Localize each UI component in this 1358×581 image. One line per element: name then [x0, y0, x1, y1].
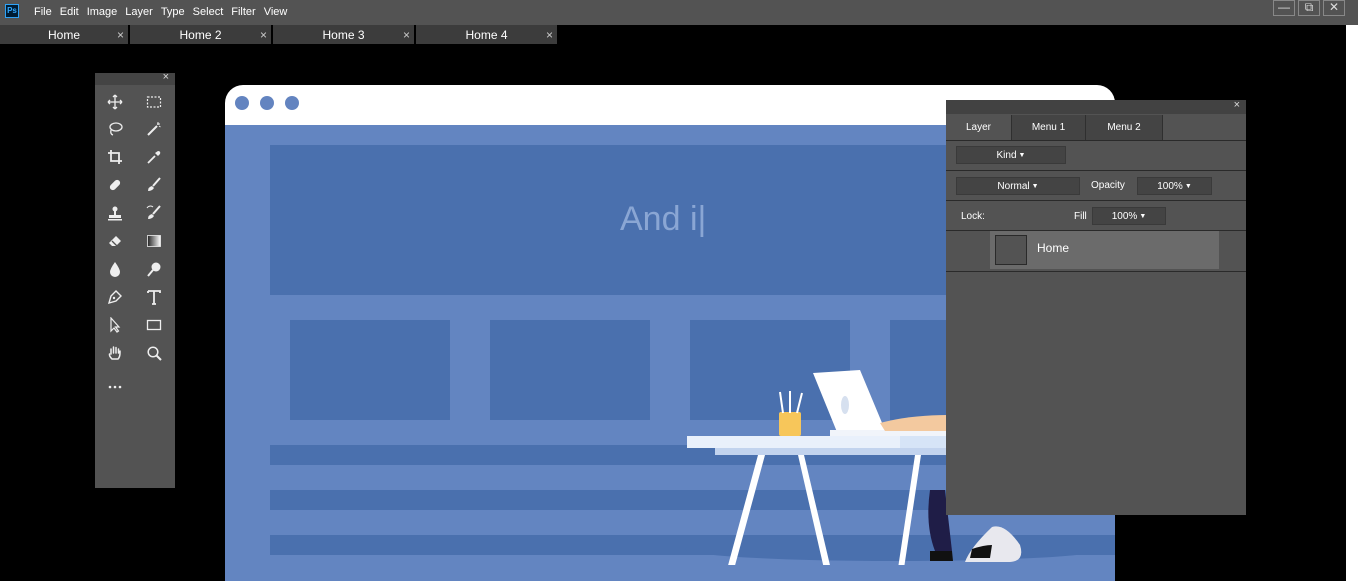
- layers-panel: × Layer Menu 1 Menu 2 Kind ▼ Normal ▼ Opac…: [946, 99, 1246, 515]
- opacity-label: Opacity: [1091, 180, 1125, 191]
- menu-filter[interactable]: Filter: [231, 6, 255, 18]
- tab-label: Home: [47, 28, 80, 42]
- path-select-icon[interactable]: [103, 314, 127, 336]
- tab-close-icon[interactable]: ×: [260, 25, 267, 45]
- menu-file[interactable]: File: [34, 6, 52, 18]
- tools-panel: ×: [95, 71, 175, 488]
- tab-label: Home 4: [465, 28, 508, 42]
- window-dot: [285, 96, 299, 110]
- eyedropper-icon[interactable]: [142, 146, 166, 168]
- tab-close-icon[interactable]: ×: [117, 25, 124, 45]
- tab-home[interactable]: Home ×: [0, 25, 128, 44]
- window-dot: [235, 96, 249, 110]
- zoom-icon[interactable]: [142, 342, 166, 364]
- layer-name: Home: [1037, 241, 1070, 255]
- tab-label: Home 2: [179, 28, 222, 42]
- tab-menu-1[interactable]: Menu 1: [1012, 115, 1086, 140]
- menu-bar: Ps File Edit Image Layer Type Select Fil…: [0, 0, 1358, 25]
- tab-menu-2[interactable]: Menu 2: [1086, 115, 1163, 140]
- blend-row: Normal ▼ Opacity 100% ▼: [946, 170, 1246, 201]
- chevron-down-icon: ▼: [1018, 152, 1026, 159]
- eraser-icon[interactable]: [103, 230, 127, 252]
- layers-panel-header[interactable]: ×: [946, 99, 1246, 114]
- vertical-scrollbar[interactable]: [1346, 25, 1358, 581]
- rectangle-icon[interactable]: [142, 314, 166, 336]
- chevron-down-icon: ▼: [1184, 183, 1192, 190]
- minimize-icon[interactable]: —: [1273, 0, 1295, 16]
- tab-home-3[interactable]: Home 3 ×: [273, 25, 414, 44]
- chevron-down-icon: ▼: [1139, 213, 1147, 220]
- lasso-icon[interactable]: [103, 118, 127, 140]
- menu-view[interactable]: View: [264, 6, 288, 18]
- close-icon[interactable]: ×: [163, 71, 169, 83]
- opacity-value: 100%: [1157, 181, 1183, 193]
- close-icon[interactable]: ×: [1234, 99, 1240, 111]
- hero-text[interactable]: And i|: [620, 200, 706, 239]
- menu-select[interactable]: Select: [193, 6, 224, 18]
- brush-icon[interactable]: [142, 174, 166, 196]
- close-icon[interactable]: ✕: [1323, 0, 1345, 16]
- stamp-icon[interactable]: [103, 202, 127, 224]
- dodge-icon[interactable]: [142, 258, 166, 280]
- tab-home-2[interactable]: Home 2 ×: [130, 25, 271, 44]
- kind-dropdown[interactable]: Kind ▼: [956, 146, 1066, 164]
- menu-items: File Edit Image Layer Type Select Filter…: [34, 6, 295, 18]
- history-brush-icon[interactable]: [142, 202, 166, 224]
- more-icon[interactable]: [103, 376, 127, 398]
- blend-mode-value: Normal: [997, 181, 1030, 193]
- tools-panel-header[interactable]: ×: [95, 71, 175, 85]
- tab-label: Home 3: [322, 28, 365, 42]
- menu-layer[interactable]: Layer: [125, 6, 153, 18]
- window-dot: [260, 96, 274, 110]
- layers-panel-tabs: Layer Menu 1 Menu 2: [946, 115, 1163, 140]
- menu-edit[interactable]: Edit: [60, 6, 79, 18]
- move-icon[interactable]: [103, 91, 127, 113]
- type-icon[interactable]: [142, 286, 166, 308]
- blend-mode-dropdown[interactable]: Normal ▼: [956, 177, 1080, 195]
- healing-icon[interactable]: [103, 174, 127, 196]
- layer-row[interactable]: Home: [990, 231, 1219, 269]
- hand-icon[interactable]: [103, 342, 127, 364]
- lock-label: Lock:: [961, 211, 985, 222]
- document-tabs: Home × Home 2 × Home 3 × Home 4 ×: [0, 25, 559, 44]
- opacity-dropdown[interactable]: 100% ▼: [1137, 177, 1212, 195]
- content-card: [490, 320, 650, 420]
- layer-thumbnail: [995, 235, 1027, 265]
- kind-label: Kind: [996, 150, 1017, 162]
- menu-image[interactable]: Image: [87, 6, 118, 18]
- pen-icon[interactable]: [103, 286, 127, 308]
- chevron-down-icon: ▼: [1031, 183, 1039, 190]
- fill-label: Fill: [1074, 211, 1087, 222]
- gradient-icon[interactable]: [142, 230, 166, 252]
- fill-value: 100%: [1111, 211, 1138, 223]
- restore-icon[interactable]: ⧉: [1298, 0, 1320, 16]
- app-logo-icon: Ps: [5, 4, 19, 18]
- lock-row: Lock: Fill 100% ▼: [946, 200, 1246, 231]
- content-card: [290, 320, 450, 420]
- tab-close-icon[interactable]: ×: [403, 25, 410, 45]
- menu-type[interactable]: Type: [161, 6, 185, 18]
- crop-icon[interactable]: [103, 146, 127, 168]
- blur-icon[interactable]: [103, 258, 127, 280]
- marquee-icon[interactable]: [142, 91, 166, 113]
- tab-layer[interactable]: Layer: [946, 115, 1012, 140]
- tab-close-icon[interactable]: ×: [546, 25, 553, 45]
- magic-wand-icon[interactable]: [142, 118, 166, 140]
- kind-row: Kind ▼: [946, 140, 1246, 171]
- fill-dropdown[interactable]: 100% ▼: [1092, 207, 1166, 225]
- tab-home-4[interactable]: Home 4 ×: [416, 25, 557, 44]
